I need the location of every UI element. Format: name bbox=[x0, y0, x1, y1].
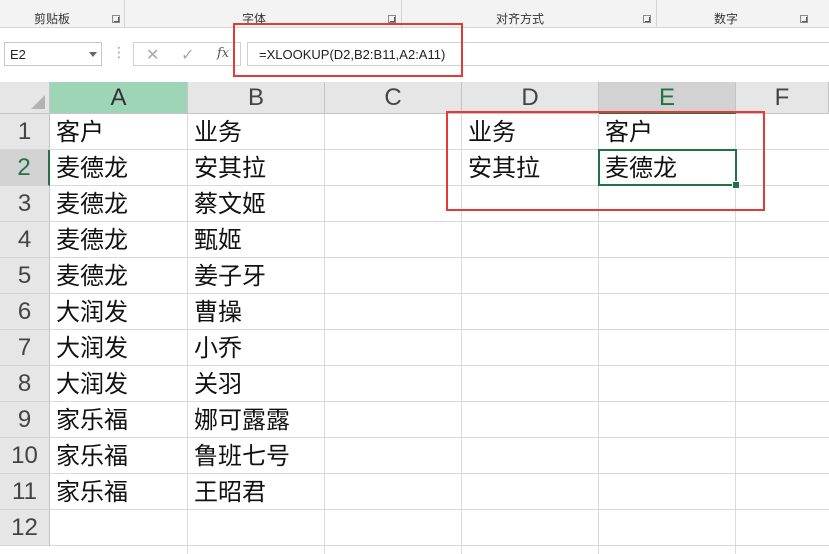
formula-buttons: ✕ ✓ fx bbox=[133, 42, 241, 66]
cell-a9[interactable]: 家乐福 bbox=[50, 402, 188, 438]
cell-a6[interactable]: 大润发 bbox=[50, 294, 188, 330]
row-header-12[interactable]: 12 bbox=[0, 510, 50, 546]
column-header-a[interactable]: A bbox=[50, 82, 188, 114]
cell-b8[interactable]: 关羽 bbox=[188, 366, 325, 402]
cell-a7[interactable]: 大润发 bbox=[50, 330, 188, 366]
row-header-11[interactable]: 11 bbox=[0, 474, 50, 510]
row-header-6[interactable]: 6 bbox=[0, 294, 50, 330]
ribbon-group-clipboard-label: 剪贴板 bbox=[34, 12, 71, 26]
clipboard-launcher-icon[interactable] bbox=[112, 15, 120, 23]
formula-bar-grip-icon[interactable]: ⋮ bbox=[112, 44, 126, 61]
row-header-10[interactable]: 10 bbox=[0, 438, 50, 474]
gridline bbox=[50, 545, 829, 546]
row-header-4[interactable]: 4 bbox=[0, 222, 50, 258]
cell-a11[interactable]: 家乐福 bbox=[50, 474, 188, 510]
cell-a10[interactable]: 家乐福 bbox=[50, 438, 188, 474]
name-box[interactable]: E2 bbox=[4, 42, 102, 66]
row-header-2[interactable]: 2 bbox=[0, 150, 50, 186]
cell-a2[interactable]: 麦德龙 bbox=[50, 150, 188, 186]
cell-b4[interactable]: 甄姬 bbox=[188, 222, 325, 258]
row-header-9[interactable]: 9 bbox=[0, 402, 50, 438]
cell-a8[interactable]: 大润发 bbox=[50, 366, 188, 402]
row-header-5[interactable]: 5 bbox=[0, 258, 50, 294]
cell-b5[interactable]: 姜子牙 bbox=[188, 258, 325, 294]
row-header-8[interactable]: 8 bbox=[0, 366, 50, 402]
column-header-d[interactable]: D bbox=[462, 82, 599, 114]
cell-a1[interactable]: 客户 bbox=[50, 114, 188, 150]
row-header-3[interactable]: 3 bbox=[0, 186, 50, 222]
alignment-launcher-icon[interactable] bbox=[643, 15, 651, 23]
number-launcher-icon[interactable] bbox=[800, 15, 808, 23]
cancel-icon[interactable]: ✕ bbox=[146, 45, 159, 65]
cell-a3[interactable]: 麦德龙 bbox=[50, 186, 188, 222]
cell-b3[interactable]: 蔡文姬 bbox=[188, 186, 325, 222]
lookup-annotation-box bbox=[446, 111, 765, 211]
cell-b6[interactable]: 曹操 bbox=[188, 294, 325, 330]
formula-annotation-box bbox=[233, 23, 463, 77]
enter-icon[interactable]: ✓ bbox=[181, 45, 194, 65]
chevron-down-icon[interactable] bbox=[89, 52, 97, 57]
ribbon-group-number-label: 数字 bbox=[714, 12, 739, 26]
column-header-b[interactable]: B bbox=[188, 82, 325, 114]
ribbon-divider bbox=[124, 0, 125, 27]
cell-b2[interactable]: 安其拉 bbox=[188, 150, 325, 186]
font-launcher-icon[interactable] bbox=[388, 15, 396, 23]
cell-b10[interactable]: 鲁班七号 bbox=[188, 438, 325, 474]
column-header-e[interactable]: E bbox=[599, 82, 736, 114]
column-header-f[interactable]: F bbox=[736, 82, 829, 114]
column-header-c[interactable]: C bbox=[325, 82, 462, 114]
row-header-7[interactable]: 7 bbox=[0, 330, 50, 366]
cell-b11[interactable]: 王昭君 bbox=[188, 474, 325, 510]
row-header-1[interactable]: 1 bbox=[0, 114, 50, 150]
name-box-value: E2 bbox=[10, 47, 26, 62]
select-all-button[interactable] bbox=[0, 82, 50, 114]
cell-a4[interactable]: 麦德龙 bbox=[50, 222, 188, 258]
cell-b1[interactable]: 业务 bbox=[188, 114, 325, 150]
cell-b9[interactable]: 娜可露露 bbox=[188, 402, 325, 438]
cell-a5[interactable]: 麦德龙 bbox=[50, 258, 188, 294]
cell-b7[interactable]: 小乔 bbox=[188, 330, 325, 366]
ribbon-divider bbox=[656, 0, 657, 27]
ribbon-group-alignment-label: 对齐方式 bbox=[496, 12, 545, 26]
insert-function-icon[interactable]: fx bbox=[217, 46, 229, 61]
